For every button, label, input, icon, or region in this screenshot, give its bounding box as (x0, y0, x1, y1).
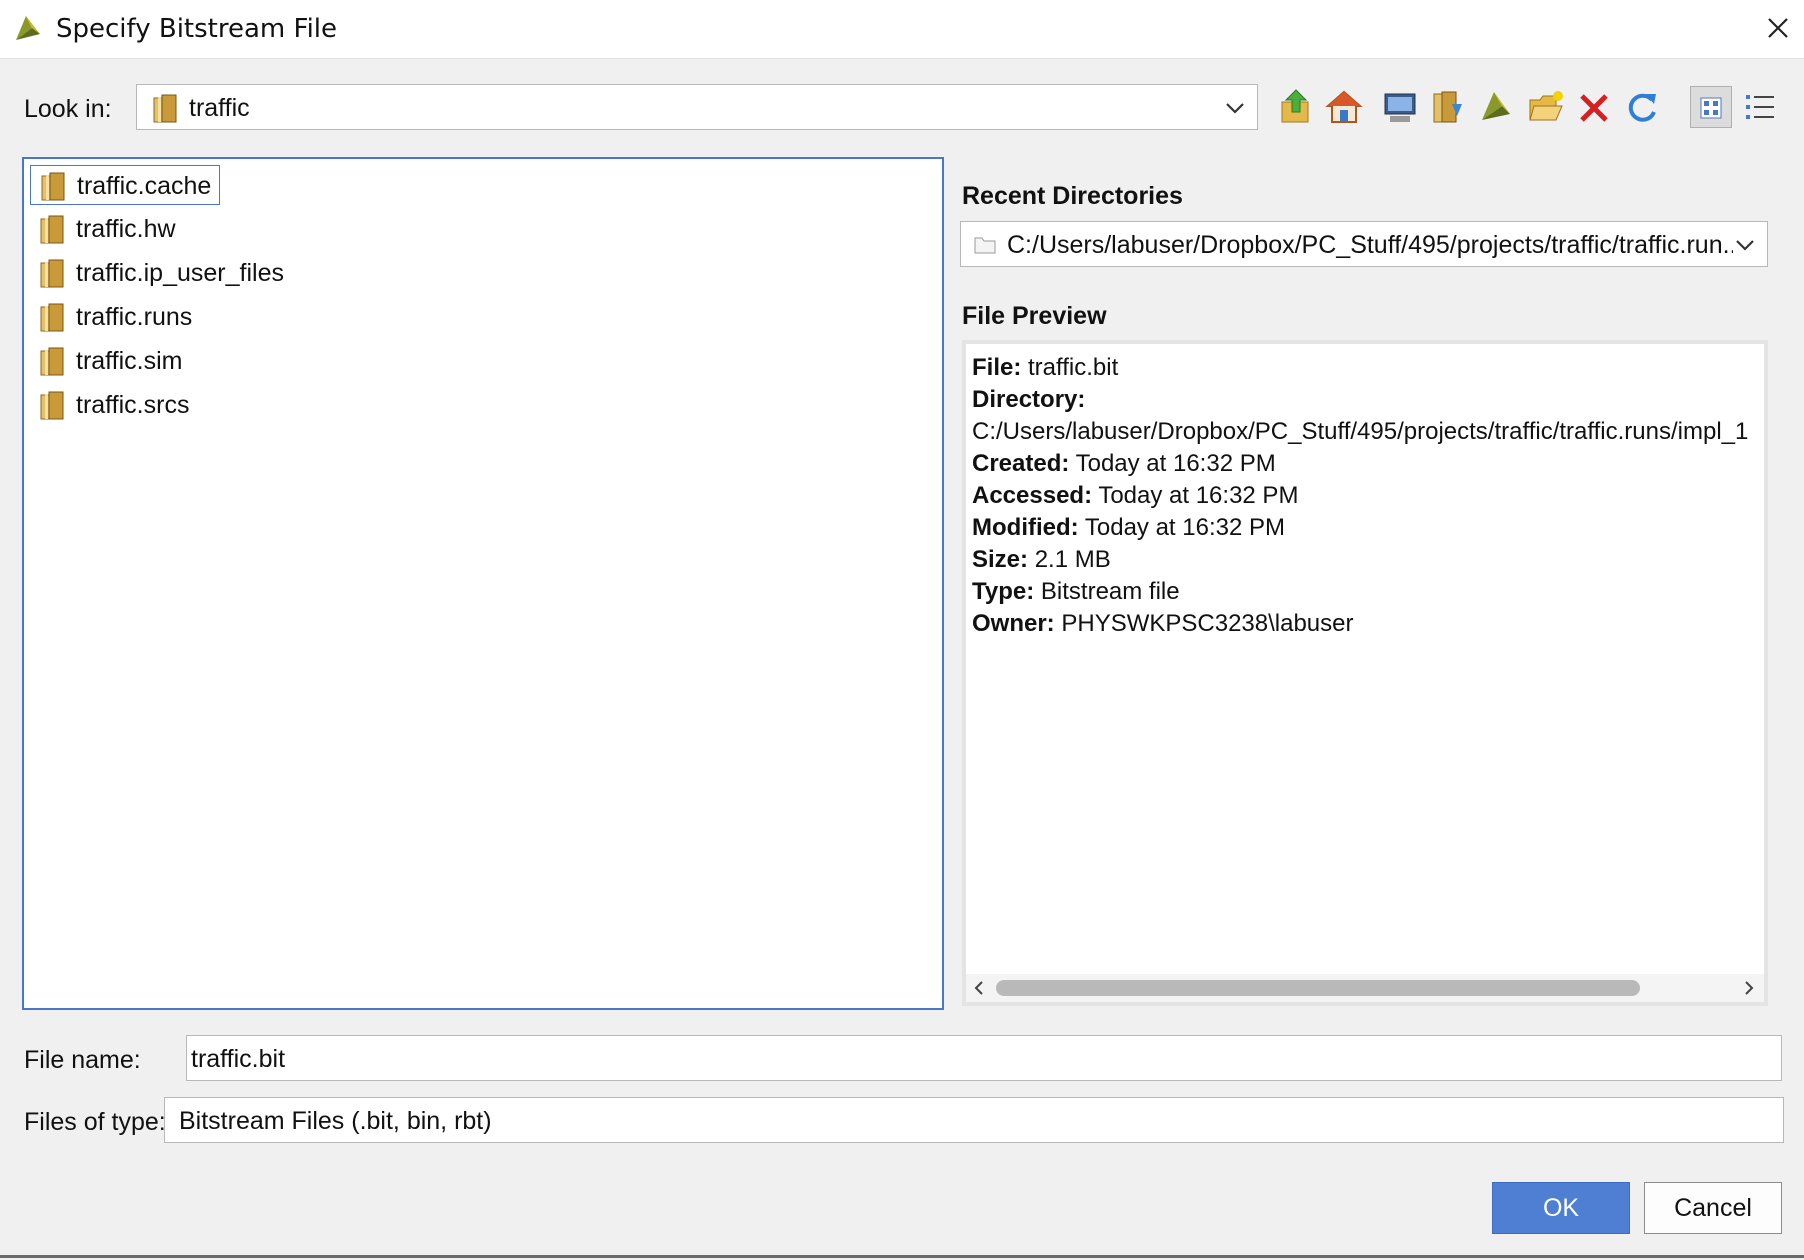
list-item[interactable]: traffic.sim (30, 341, 430, 381)
folder-icon (974, 237, 996, 254)
preview-size: Size: 2.1 MB (972, 546, 1111, 573)
preview-created: Created: Today at 16:32 PM (972, 450, 1276, 477)
file-name-field[interactable]: traffic.bit (186, 1035, 1782, 1081)
folder-icon (40, 347, 64, 376)
folder-icon (41, 172, 65, 201)
cancel-button[interactable]: Cancel (1644, 1182, 1782, 1234)
window-bottom-border (0, 1255, 1804, 1258)
file-name: traffic.cache (77, 172, 212, 200)
up-folder-icon[interactable] (1276, 86, 1316, 128)
file-preview-panel: File: traffic.bit Directory: C:/Users/la… (962, 340, 1768, 1006)
chevron-down-icon[interactable] (1223, 97, 1247, 119)
file-type-value: Bitstream Files (.bit, bin, rbt) (179, 1107, 492, 1135)
preview-directory-value: C:/Users/labuser/Dropbox/PC_Stuff/495/pr… (972, 418, 1749, 445)
folder-icon (40, 303, 64, 332)
file-name: traffic.runs (76, 303, 193, 331)
file-name: traffic.sim (76, 347, 183, 375)
preview-accessed: Accessed: Today at 16:32 PM (972, 482, 1299, 509)
desktop-icon[interactable] (1380, 86, 1420, 128)
lookin-label: Look in: (24, 95, 112, 123)
file-name: traffic.srcs (76, 391, 190, 419)
file-name: traffic.ip_user_files (76, 259, 284, 287)
title-bar: Specify Bitstream File (0, 0, 1804, 59)
file-name: traffic.hw (76, 215, 176, 243)
list-item[interactable]: traffic.srcs (30, 385, 430, 425)
lookin-dropdown[interactable]: traffic (136, 84, 1258, 130)
lookin-value: traffic (189, 94, 250, 122)
vivado-logo-icon (16, 16, 40, 40)
horizontal-scrollbar[interactable] (966, 974, 1764, 1002)
folder-icon (40, 391, 64, 420)
chevron-down-icon[interactable] (1733, 234, 1757, 256)
file-name-label: File name: (24, 1046, 141, 1074)
delete-icon[interactable] (1574, 86, 1614, 128)
recent-directories-dropdown[interactable]: C:/Users/labuser/Dropbox/PC_Stuff/495/pr… (960, 221, 1768, 267)
bookmark-folder-icon[interactable] (1428, 86, 1468, 128)
folder-icon (153, 94, 177, 123)
list-item[interactable]: traffic.runs (30, 297, 430, 337)
preview-directory-key: Directory: (972, 386, 1086, 413)
home-icon[interactable] (1324, 86, 1364, 128)
refresh-icon[interactable] (1622, 86, 1662, 128)
file-type-dropdown[interactable]: Bitstream Files (.bit, bin, rbt) (164, 1097, 1784, 1143)
chevron-left-icon[interactable] (972, 980, 986, 996)
recent-directories-label: Recent Directories (962, 182, 1183, 210)
file-list[interactable]: traffic.cache traffic.hw traffic.ip_user… (22, 157, 944, 1010)
preview-file: File: traffic.bit (972, 354, 1119, 381)
window-title: Specify Bitstream File (56, 14, 338, 44)
list-item[interactable]: traffic.hw (30, 209, 430, 249)
file-type-label: Files of type: (24, 1108, 166, 1136)
chevron-right-icon[interactable] (1742, 980, 1756, 996)
file-name-value: traffic.bit (191, 1045, 286, 1073)
file-preview-label: File Preview (962, 302, 1107, 330)
folder-icon (40, 215, 64, 244)
preview-modified: Modified: Today at 16:32 PM (972, 514, 1285, 541)
new-folder-icon[interactable] (1526, 86, 1566, 128)
preview-owner: Owner: PHYSWKPSC3238\labuser (972, 610, 1354, 637)
ok-button[interactable]: OK (1492, 1182, 1630, 1234)
vivado-project-icon[interactable] (1476, 86, 1516, 128)
preview-type: Type: Bitstream file (972, 578, 1180, 605)
list-item[interactable]: traffic.cache (30, 165, 220, 205)
details-view-icon[interactable] (1740, 86, 1780, 128)
close-icon[interactable] (1760, 10, 1796, 46)
list-item[interactable]: traffic.ip_user_files (30, 253, 430, 293)
list-view-icon[interactable] (1690, 86, 1732, 128)
scrollbar-thumb[interactable] (996, 980, 1640, 996)
recent-directory-value: C:/Users/labuser/Dropbox/PC_Stuff/495/pr… (1007, 231, 1744, 259)
folder-icon (40, 259, 64, 288)
